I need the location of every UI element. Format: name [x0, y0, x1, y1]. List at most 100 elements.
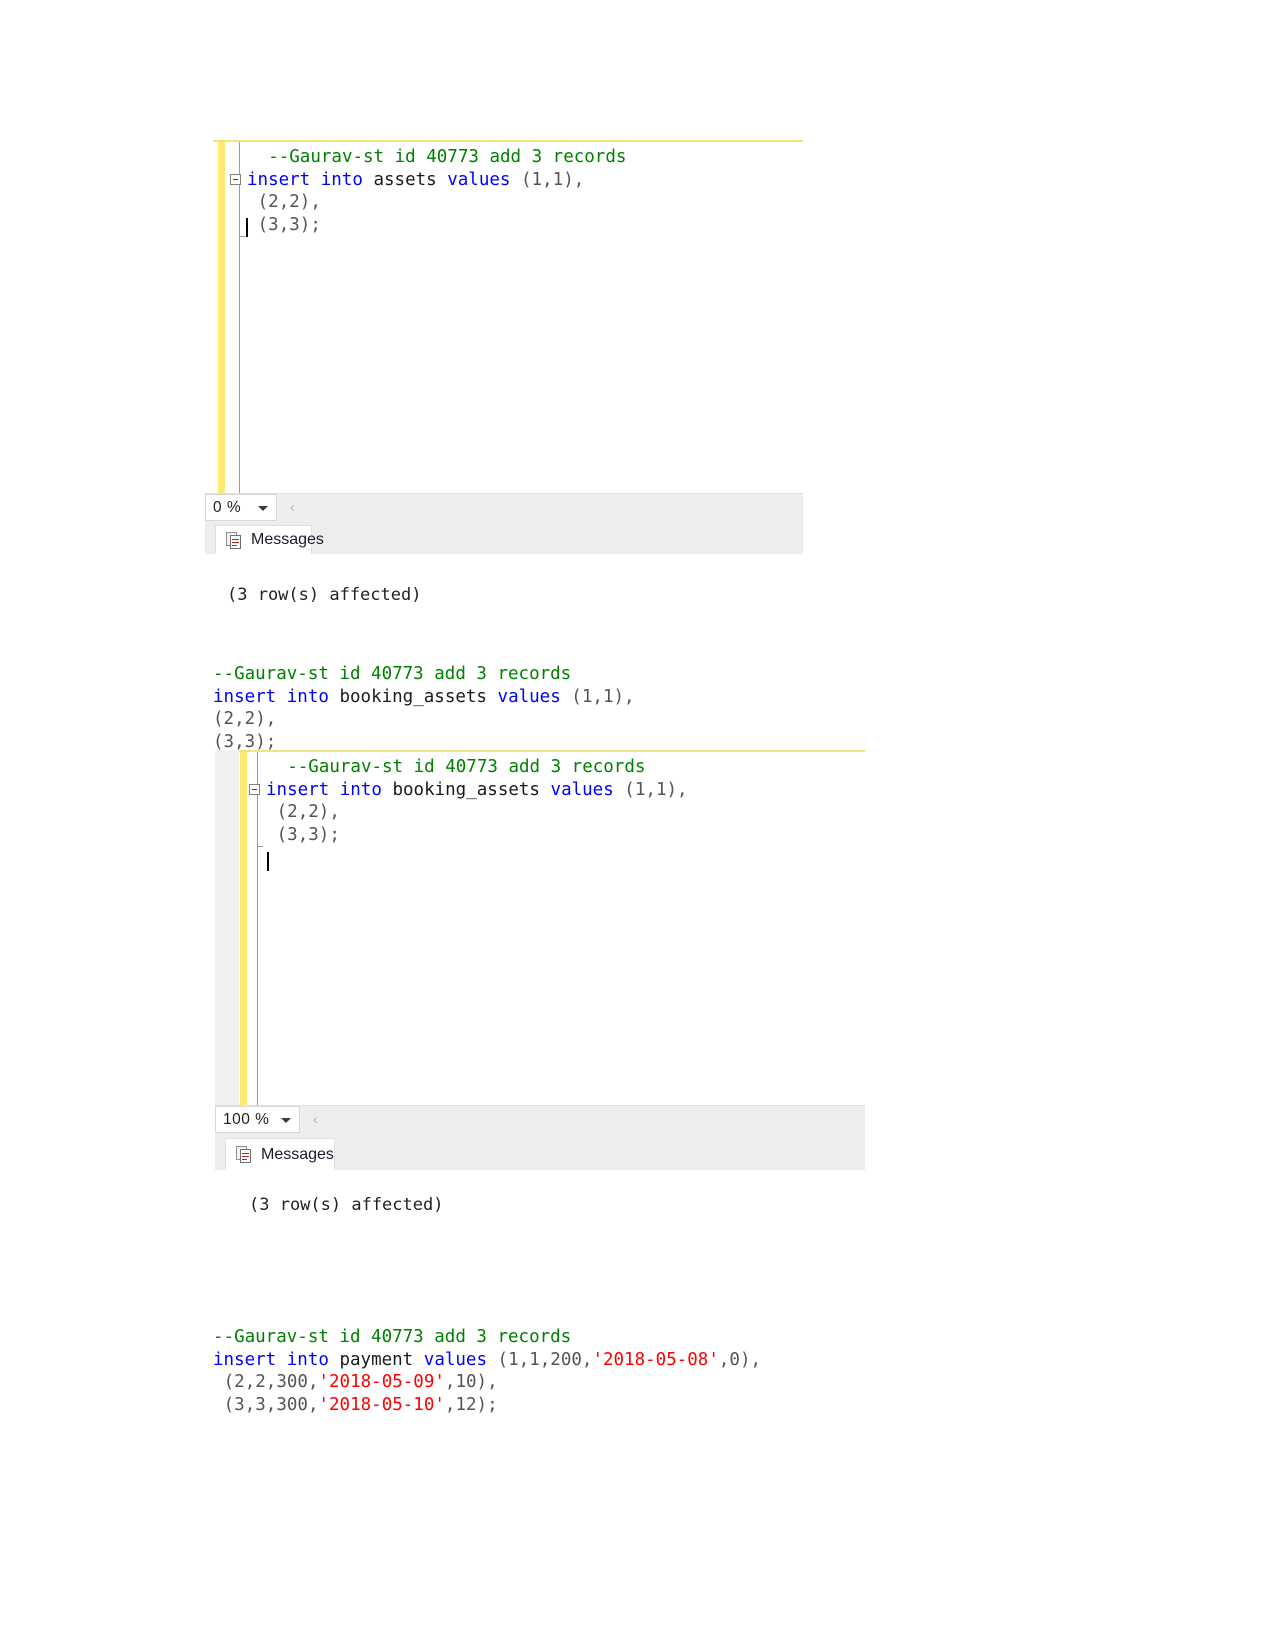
code-token: 3	[234, 1394, 245, 1415]
code-token: ,	[297, 802, 309, 822]
code-token: 0	[729, 1349, 740, 1370]
editor-surface-2[interactable]: --Gaurav-st id 40773 add 3 records insert…	[215, 750, 865, 1105]
code-token: --Gaurav-st id 40773 add 3 records	[287, 757, 646, 777]
code-token: 1	[581, 686, 593, 707]
code-token: 12	[455, 1394, 477, 1415]
code-token: ,	[265, 1372, 277, 1392]
code-token: );	[318, 824, 340, 845]
plain-sql-block-2: --Gaurav-st id 40773 add 3 records insert…	[213, 1326, 761, 1416]
code-token: values	[447, 169, 511, 190]
code-token: 3	[308, 824, 319, 845]
code-token: ),	[299, 192, 321, 212]
code-token: insert	[266, 779, 330, 800]
fold-elbow	[257, 846, 263, 847]
editor-surface-1[interactable]: --Gaurav-st id 40773 add 3 records insert…	[213, 140, 803, 493]
splitter-collapse-icon-1[interactable]: ‹	[290, 499, 295, 516]
code-token: 3	[244, 731, 256, 752]
code-token: 1	[529, 1349, 540, 1370]
code-line: insert into payment values (1,1,200,'201…	[213, 1349, 761, 1372]
code-token: '2018-05-08'	[592, 1349, 719, 1370]
messages-output-1: (3 row(s) affected)	[227, 585, 422, 605]
code-token: ,	[244, 1372, 256, 1392]
code-token: ,	[518, 1349, 530, 1370]
code-token: into	[320, 169, 363, 190]
zoom-level-combobox-2[interactable]: 100 %	[215, 1106, 300, 1133]
code-token: );	[476, 1394, 498, 1415]
fold-elbow	[239, 236, 245, 237]
code-token: 3	[255, 1394, 266, 1415]
messages-output-2: (3 row(s) affected)	[249, 1195, 444, 1215]
ssms-editor-panel-1: --Gaurav-st id 40773 add 3 records insert…	[213, 140, 803, 493]
code-token: (	[223, 1372, 235, 1392]
code-token: '2018-05-09'	[318, 1372, 445, 1392]
tab-messages-1[interactable]: Messages	[215, 525, 324, 554]
code-token: (	[213, 731, 224, 752]
changed-lines-bar-1	[218, 142, 225, 493]
panel-top-rule-2	[215, 750, 865, 752]
code-line: (2,2,300,'2018-05-09',10),	[213, 1371, 761, 1394]
code-token: ),	[318, 802, 340, 822]
code-token: (	[276, 802, 288, 822]
code-line: insert into booking_assets values (1,1),	[213, 686, 635, 709]
code-token: --Gaurav-st id 40773 add 3 records	[213, 664, 572, 684]
code-line: (3,3);	[266, 824, 688, 847]
ssms-editor-panel-2: --Gaurav-st id 40773 add 3 records insert…	[215, 750, 865, 1105]
messages-document-icon	[226, 531, 242, 549]
code-token: 2	[268, 192, 279, 212]
editor-code-2[interactable]: --Gaurav-st id 40773 add 3 records insert…	[249, 756, 688, 847]
code-line: insert into assets values (1,1),	[230, 169, 626, 192]
tab-messages-label-2: Messages	[261, 1145, 334, 1163]
results-tabbar-2: Messages	[215, 1134, 865, 1170]
code-token: 1	[531, 169, 543, 190]
splitter-collapse-icon-2[interactable]: ‹	[313, 1111, 318, 1128]
code-token: values	[423, 1349, 487, 1370]
zoom-level-combobox-1[interactable]: 0 %	[205, 494, 277, 521]
code-token: 3	[268, 214, 279, 235]
chevron-down-icon[interactable]	[281, 1118, 291, 1123]
code-token: 3	[223, 731, 235, 752]
code-token: ,	[234, 709, 245, 729]
code-token: '2018-05-10'	[318, 1394, 445, 1415]
code-token: );	[255, 731, 277, 752]
code-token: 2	[308, 802, 319, 822]
fold-collapse-box[interactable]	[249, 783, 260, 795]
code-token: (	[571, 686, 582, 707]
code-token: ,	[539, 1349, 551, 1370]
code-line: (3,3,300,'2018-05-10',12);	[213, 1394, 761, 1417]
code-token: 1	[655, 779, 667, 800]
code-token: ),	[613, 686, 635, 707]
code-token: values	[550, 779, 614, 800]
chevron-down-icon[interactable]	[258, 506, 268, 511]
code-token: insert	[247, 169, 311, 190]
code-token: (	[257, 214, 269, 235]
code-token: 10	[455, 1372, 477, 1392]
code-token: 2	[234, 1372, 245, 1392]
editor-code-1[interactable]: --Gaurav-st id 40773 add 3 records insert…	[230, 146, 626, 236]
code-token: ,	[718, 1349, 730, 1370]
code-token: 3	[289, 214, 300, 235]
fold-collapse-box[interactable]	[230, 173, 241, 185]
code-line: --Gaurav-st id 40773 add 3 records	[213, 1326, 761, 1349]
plain-sql-block-1: --Gaurav-st id 40773 add 3 records insert…	[213, 663, 635, 753]
code-token: 300	[276, 1372, 308, 1392]
code-token: 2	[287, 802, 298, 822]
code-token: into	[286, 1349, 329, 1370]
code-token: ,	[244, 1394, 256, 1415]
code-token: (	[257, 192, 269, 212]
tab-messages-2[interactable]: Messages	[225, 1138, 335, 1170]
code-token: 1	[508, 1349, 519, 1370]
code-token: ),	[739, 1349, 762, 1370]
code-token: ,	[278, 192, 290, 212]
code-line: (2,2),	[247, 191, 626, 214]
code-token: (	[223, 1394, 235, 1415]
tab-messages-label-1: Messages	[251, 531, 324, 548]
code-token: ,	[278, 214, 290, 235]
